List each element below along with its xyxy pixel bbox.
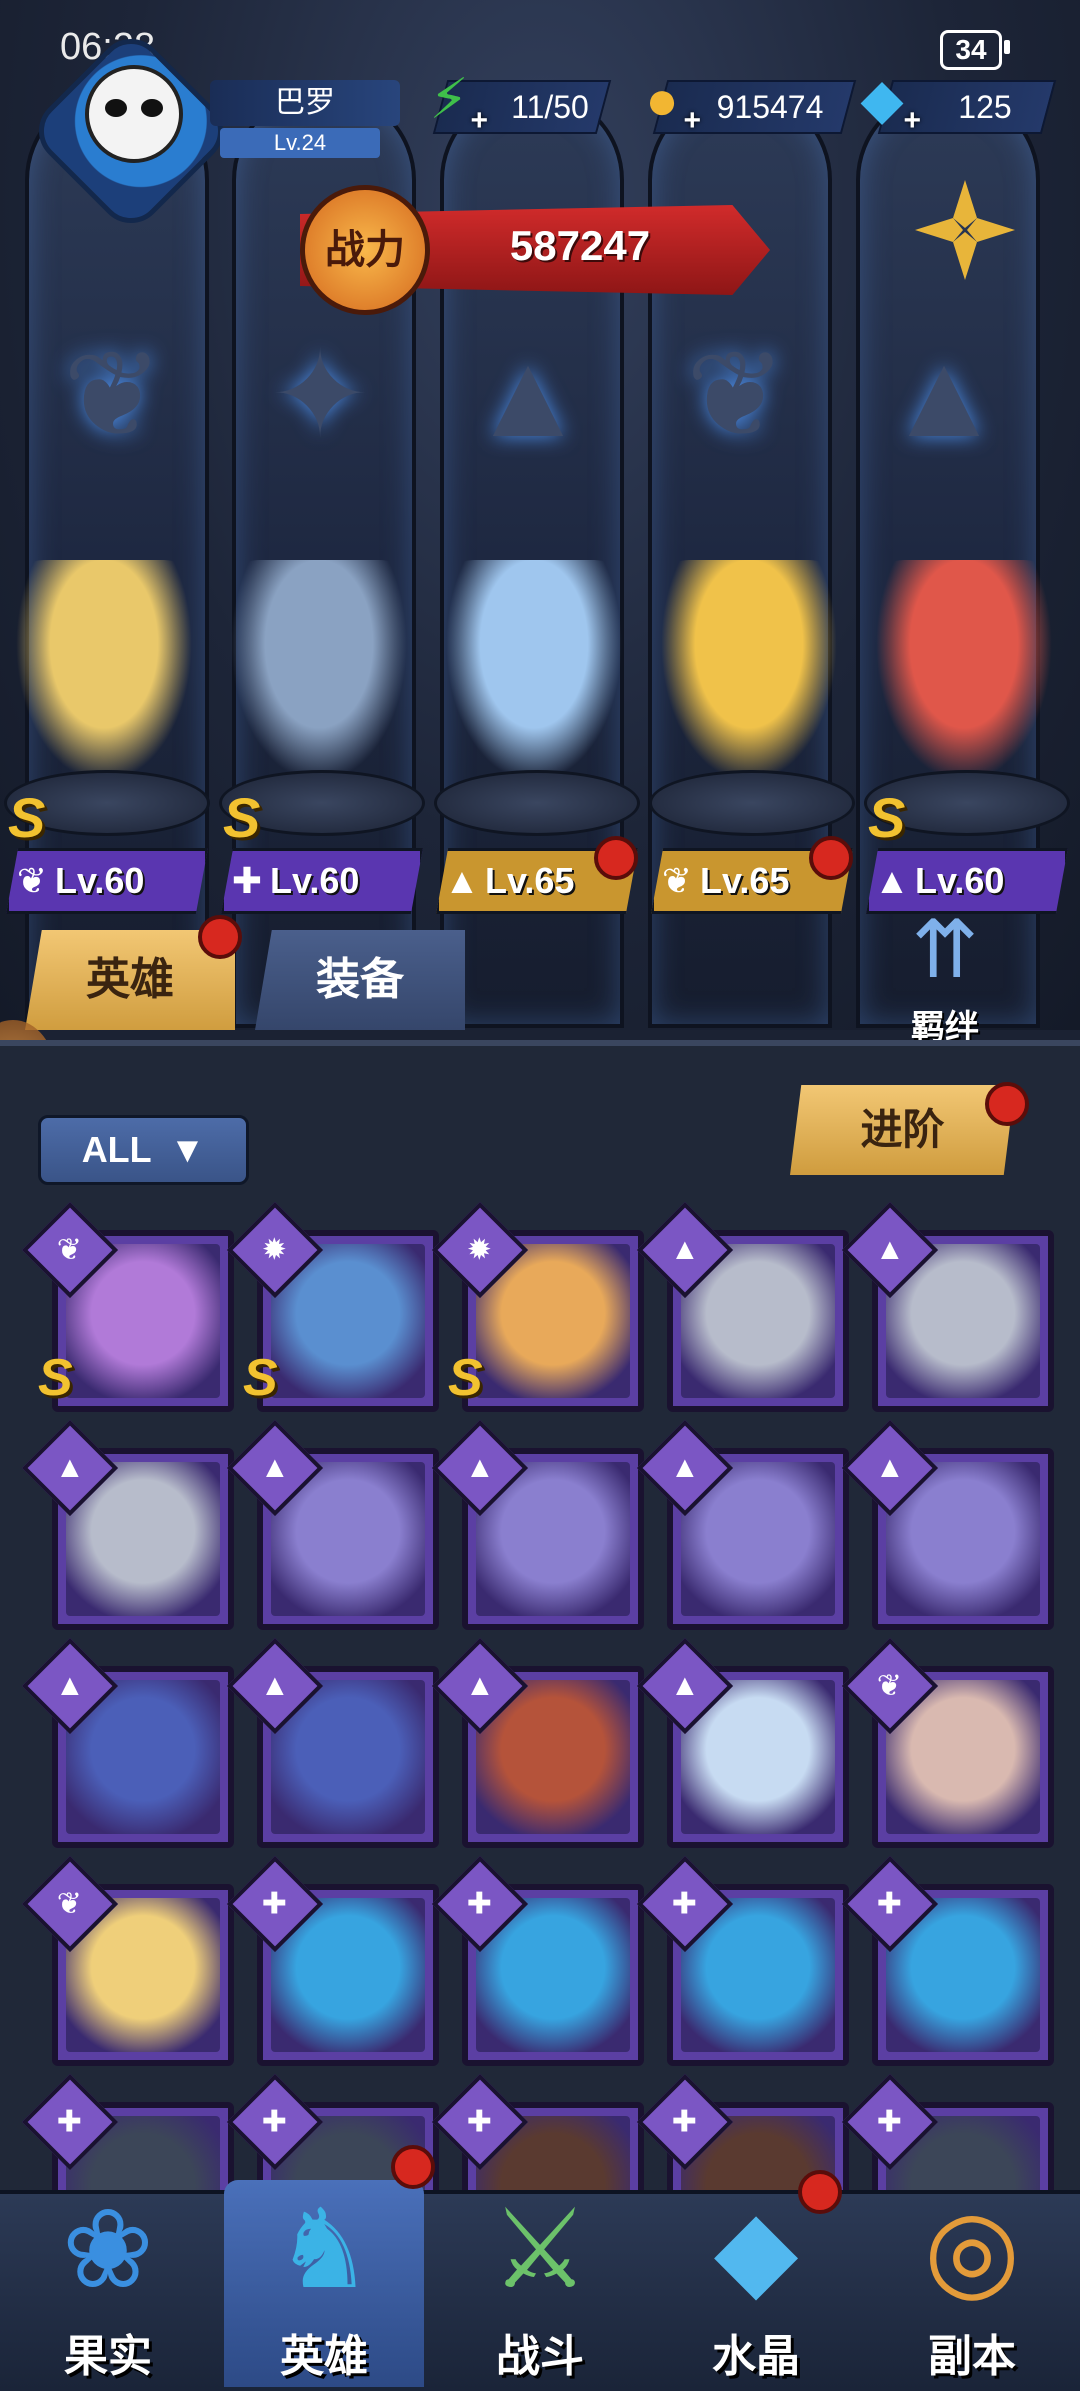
hat-icon: ▲ — [874, 860, 910, 901]
diamond-value: 125 — [958, 89, 1012, 125]
lightning-icon[interactable]: ⚡ + — [412, 62, 488, 137]
team-hero[interactable] — [4, 560, 204, 800]
nav-notification-dot — [391, 2145, 435, 2189]
player-level: Lv.24 — [220, 128, 380, 158]
hero-level-plate: ❦ Lv.60 — [6, 848, 208, 914]
panda-avatar-icon — [85, 65, 183, 163]
filter-label: ALL — [81, 1129, 152, 1170]
rank-s-badge: S — [448, 1349, 483, 1407]
hero-pedestal — [434, 770, 640, 836]
rank-s-badge: S — [223, 786, 261, 849]
hero-notification-dot — [594, 836, 638, 880]
nav-item[interactable]: ❀ 果实 — [8, 2180, 208, 2387]
nav-item[interactable]: ⚔ 战斗 — [440, 2180, 640, 2387]
hero-level: Lv.65 — [485, 860, 575, 901]
hero-level: Lv.65 — [700, 860, 790, 901]
gold-value: 915474 — [716, 89, 824, 125]
power-label: 战力 — [300, 185, 430, 315]
hat-icon: ▲ — [444, 860, 480, 901]
settings-flower-icon[interactable] — [905, 170, 1025, 290]
nav-label: 果实 — [64, 2332, 152, 2381]
battery-indicator: 34 — [940, 30, 1002, 70]
team-hero[interactable] — [219, 560, 419, 800]
power-value: 587247 — [509, 222, 651, 269]
dungeon-portal-icon: ◎ — [924, 2188, 1020, 2311]
nav-notification-dot — [798, 2170, 842, 2214]
rank-s-badge: S — [243, 1349, 278, 1407]
hero-level: Lv.60 — [55, 860, 145, 901]
hero-tab-notification-dot — [198, 915, 242, 959]
tab-equipment[interactable]: 装备 — [255, 930, 465, 1030]
battle-book-icon: ⚔ — [490, 2188, 590, 2311]
advance-notification-dot — [985, 1082, 1029, 1126]
stamina-value: 11/50 — [511, 89, 589, 125]
nav-item[interactable]: ♞ 英雄 — [224, 2180, 424, 2387]
nav-label: 英雄 — [280, 2332, 368, 2381]
nav-label: 副本 — [928, 2332, 1016, 2381]
hero-level: Lv.60 — [270, 860, 360, 901]
chevron-down-icon: ▼ — [169, 1129, 206, 1170]
wing-emblem-icon: ❦ — [685, 328, 787, 462]
bond-button[interactable]: ⇈ 羁绊 — [880, 900, 1010, 1050]
hero-level: Lv.60 — [915, 860, 1005, 901]
filter-dropdown[interactable]: ALL ▼ — [38, 1115, 249, 1185]
wing-icon: ❦ — [16, 860, 48, 901]
advance-button[interactable]: 进阶 — [790, 1085, 1015, 1175]
hero-hat-icon: ♞ — [274, 2188, 374, 2311]
rank-s-badge: S — [38, 1349, 73, 1407]
diamond-icon[interactable]: ◆ + — [845, 62, 921, 137]
hat-emblem-icon: ▲ — [884, 328, 1004, 462]
wrench-icon: ✚ — [231, 860, 263, 901]
team-hero[interactable] — [434, 560, 634, 800]
hero-level-plate: ✚ Lv.60 — [221, 848, 423, 914]
nav-item[interactable]: ◎ 副本 — [872, 2180, 1072, 2387]
wrench-emblem-icon: ✦ — [269, 328, 371, 462]
rank-s-badge: S — [8, 786, 46, 849]
wing-icon: ❦ — [661, 860, 693, 901]
nav-label: 战斗 — [496, 2332, 584, 2381]
battery-tip — [1004, 40, 1010, 54]
nav-label: 水晶 — [712, 2332, 800, 2381]
team-hero[interactable] — [864, 560, 1064, 800]
rank-s-badge: S — [868, 786, 906, 849]
hero-notification-dot — [809, 836, 853, 880]
player-name: 巴罗 — [210, 80, 400, 126]
bond-arrows-icon: ⇈ — [911, 905, 979, 994]
hero-pedestal — [649, 770, 855, 836]
fruit-icon: ❀ — [61, 2188, 155, 2311]
coin-icon[interactable]: ● + — [625, 62, 701, 138]
hat-emblem-icon: ▲ — [468, 328, 588, 462]
wing-emblem-icon: ❦ — [62, 328, 164, 462]
team-hero[interactable] — [649, 560, 849, 800]
